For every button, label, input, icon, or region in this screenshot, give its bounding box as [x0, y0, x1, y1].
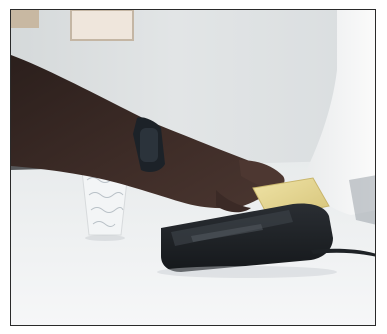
payment-photo [11, 10, 375, 325]
shelf-box [11, 10, 39, 28]
watch-face [140, 128, 158, 162]
terminal-shadow [157, 266, 337, 278]
wall-frame [70, 10, 134, 41]
photo-frame [10, 9, 376, 326]
payment-scene [11, 10, 375, 325]
cup-shadow [85, 235, 125, 241]
